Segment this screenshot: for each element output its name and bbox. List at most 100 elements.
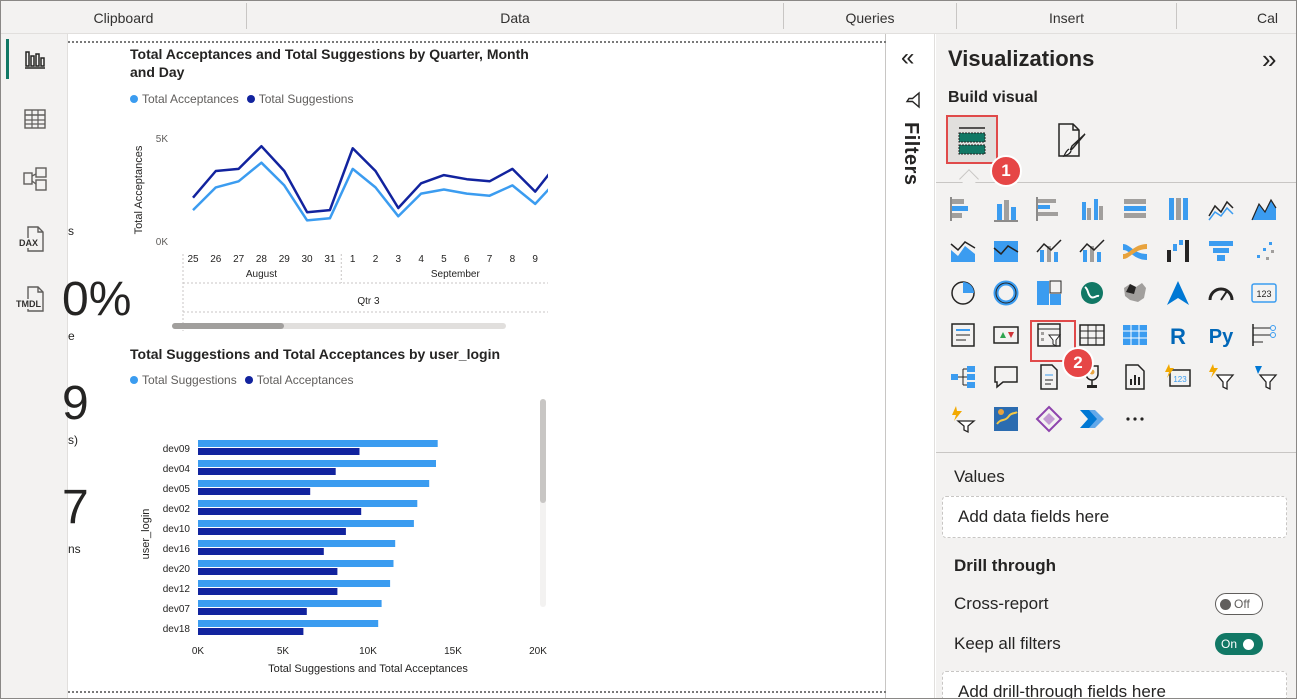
power-automate-icon: [1255, 366, 1278, 391]
decomposition-tree-visual-button[interactable]: [944, 358, 982, 396]
stacked-bar-visual-button[interactable]: [944, 190, 982, 228]
multi-row-card-visual-button[interactable]: [944, 316, 982, 354]
bar-chart-legend: Total Suggestions Total Acceptances: [130, 373, 353, 387]
azure-map-visual-button[interactable]: [1159, 274, 1197, 312]
kpi-visual-button[interactable]: [987, 316, 1025, 354]
pie-chart-visual-button[interactable]: [944, 274, 982, 312]
waterfall-visual-button[interactable]: [1159, 232, 1197, 270]
build-visual-label: Build visual: [948, 89, 1038, 106]
arcgis-map-visual-button[interactable]: [987, 400, 1025, 438]
kpi-icon: [993, 326, 1019, 344]
100-stacked-bar-visual-button[interactable]: [1116, 190, 1154, 228]
power-automate-flow-visual-button[interactable]: [1073, 400, 1111, 438]
x-tick-label: 9: [532, 254, 538, 265]
y-axis-label-left: Total Acceptances: [133, 145, 145, 234]
card-icon: 123: [1251, 283, 1277, 303]
tmdl-view-button[interactable]: TMDL: [9, 274, 61, 324]
qa-icon: [994, 366, 1018, 389]
scrollbar-thumb[interactable]: [540, 399, 546, 503]
x-tick-label: 0K: [192, 646, 205, 657]
donut-chart-visual-button[interactable]: [987, 274, 1025, 312]
bar-suggestions: [198, 440, 438, 447]
arcgis-map-icon: [994, 407, 1018, 431]
key-influencers-visual-button[interactable]: [1245, 316, 1283, 354]
model-icon: [23, 167, 47, 191]
power-apps-visual-button[interactable]: [1030, 400, 1068, 438]
card-visual-button[interactable]: 123: [1245, 274, 1283, 312]
bar-suggestions: [198, 540, 396, 547]
table-view-button[interactable]: [9, 94, 61, 144]
treemap-visual-button[interactable]: [1030, 274, 1068, 312]
power-automate-visual-button[interactable]: [1245, 358, 1283, 396]
vertical-scrollbar[interactable]: [540, 399, 546, 607]
dax-query-view-button[interactable]: DAX: [9, 214, 61, 264]
cross-report-toggle[interactable]: Off: [1215, 593, 1263, 615]
line-stacked-column-visual-button[interactable]: [1073, 232, 1111, 270]
y-tick-label: 5K: [156, 134, 169, 145]
bar-suggestions: [198, 600, 382, 607]
python-visual-visual-button[interactable]: Py: [1202, 316, 1240, 354]
filled-map-visual-button[interactable]: [1116, 274, 1154, 312]
bar-chart-title: Total Suggestions and Total Acceptances …: [130, 346, 501, 362]
category-label: dev04: [163, 464, 191, 475]
filters-label[interactable]: Filters: [899, 122, 922, 186]
filters-pane-collapsed[interactable]: « Filters: [887, 34, 935, 698]
scatter-visual-button[interactable]: [1245, 232, 1283, 270]
100-stacked-column-visual-button[interactable]: [1159, 190, 1197, 228]
gauge-visual-button[interactable]: [1202, 274, 1240, 312]
area-chart-visual-button[interactable]: [1245, 190, 1283, 228]
collapse-pane-icon[interactable]: »: [1262, 44, 1276, 75]
line-chart[interactable]: Total AcceptancesTotal Suggestions5K0K5K…: [128, 126, 548, 331]
scrollbar-thumb[interactable]: [172, 323, 284, 329]
ribbon-group-calculations: Cal: [1257, 10, 1279, 26]
report-view-button[interactable]: [6, 34, 61, 84]
ribbon-chart-icon: [1123, 244, 1147, 260]
power-apps-card-visual-button[interactable]: 123: [1159, 358, 1197, 396]
power-apps-slicer-visual-button[interactable]: [1202, 358, 1240, 396]
kpi-card-label: s: [68, 224, 74, 238]
ribbon-chart-visual-button[interactable]: [1116, 232, 1154, 270]
visualizations-pane: Visualizations » Build visual 1 123 R Py 12…: [936, 34, 1296, 698]
paginated-report-visual-button[interactable]: [1116, 358, 1154, 396]
legend-marker: [246, 95, 255, 103]
line-chart-title-line2: and Day: [130, 64, 185, 80]
more-visuals-visual-button[interactable]: [1116, 400, 1154, 438]
bar-suggestions: [198, 480, 430, 487]
x-tick-label: 15K: [444, 646, 462, 657]
values-field-well[interactable]: Add data fields here: [942, 496, 1287, 538]
matrix-visual-button[interactable]: [1116, 316, 1154, 354]
legend-marker: [244, 376, 253, 384]
clustered-bar-visual-button[interactable]: [1030, 190, 1068, 228]
funnel-visual-button[interactable]: [1202, 232, 1240, 270]
stacked-column-visual-button[interactable]: [987, 190, 1025, 228]
x-tick-label: 27: [233, 254, 245, 265]
y-tick-label: 0K: [156, 237, 169, 248]
clustered-column-visual-button[interactable]: [1073, 190, 1111, 228]
bar-suggestions: [198, 560, 394, 567]
category-label: dev09: [163, 444, 191, 455]
line-stacked-column-icon: [1079, 239, 1105, 262]
category-label: dev05: [163, 484, 191, 495]
key-influencers-icon: [1252, 324, 1276, 346]
button-slicer-visual-button[interactable]: [944, 400, 982, 438]
report-canvas[interactable]: s 0% e 9 s) 7 ns Total Acceptances and T…: [62, 34, 886, 698]
expand-filters-icon[interactable]: «: [901, 46, 914, 70]
100-stacked-area-visual-button[interactable]: [987, 232, 1025, 270]
horizontal-scrollbar[interactable]: [172, 323, 506, 329]
svg-text:123: 123: [1256, 289, 1271, 299]
table-icon: [1079, 324, 1105, 346]
format-visual-tab[interactable]: [1046, 116, 1096, 164]
line-clustered-column-visual-button[interactable]: [1030, 232, 1068, 270]
x-tick-label: 4: [418, 254, 424, 265]
step-badge: 2: [1062, 347, 1094, 379]
x-tick-label: 3: [396, 254, 402, 265]
r-visual-visual-button[interactable]: R: [1159, 316, 1197, 354]
line-chart-visual-button[interactable]: [1202, 190, 1240, 228]
stacked-area-visual-button[interactable]: [944, 232, 982, 270]
map-visual-button[interactable]: [1073, 274, 1111, 312]
bar-chart[interactable]: user_login dev09 dev04 dev05 dev02 dev10 dev16…: [128, 396, 558, 676]
drill-through-field-well[interactable]: Add drill-through fields here: [942, 671, 1287, 698]
keep-filters-toggle[interactable]: On: [1215, 633, 1263, 655]
model-view-button[interactable]: [9, 154, 61, 204]
qa-visual-button[interactable]: [987, 358, 1025, 396]
